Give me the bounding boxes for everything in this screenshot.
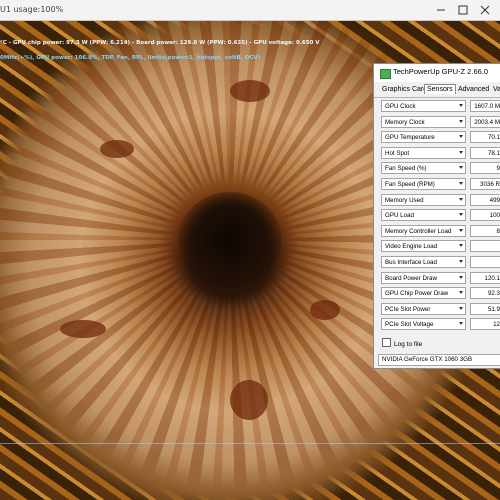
sensor-label[interactable]: Memory Controller Load <box>381 224 466 237</box>
sensor-label[interactable]: GPU Load <box>381 209 466 222</box>
gpu-select-dropdown[interactable]: NVIDIA GeForce GTX 1060 3GB <box>378 354 500 366</box>
dropdown-arrow-icon[interactable] <box>459 291 463 295</box>
iris-spot <box>100 140 134 158</box>
sensor-row: PCIe Slot Voltage 12 <box>379 317 500 333</box>
close-button[interactable] <box>474 3 496 17</box>
sensor-label[interactable]: Memory Used <box>381 193 466 206</box>
gpuz-title: TechPowerUp GPU-Z 2.66.0 <box>393 67 489 76</box>
sensor-value: 9 <box>470 162 500 175</box>
pupil <box>178 192 282 288</box>
dropdown-arrow-icon[interactable] <box>459 197 463 201</box>
gpuz-window[interactable]: TechPowerUp GPU-Z 2.66.0 Graphics Card S… <box>373 63 500 369</box>
progress-line <box>0 443 500 444</box>
sensor-value: 51.9 <box>470 302 500 315</box>
sensor-row: GPU Chip Power Draw 92.3 <box>379 286 500 302</box>
minimize-button[interactable] <box>430 3 452 17</box>
dropdown-arrow-icon[interactable] <box>459 259 463 263</box>
sensor-label[interactable]: PCIe Slot Voltage <box>381 318 466 331</box>
tab-validation[interactable]: Vali <box>491 85 500 94</box>
sensor-value: 70.1 <box>470 131 500 144</box>
tab-graphics-card[interactable]: Graphics Card <box>380 85 429 94</box>
tab-divider <box>374 97 500 98</box>
sensor-value: 78.1 <box>470 146 500 159</box>
sensor-label[interactable]: Bus Interface Load <box>381 255 466 268</box>
dropdown-arrow-icon[interactable] <box>459 306 463 310</box>
sensor-value: 120.1 <box>470 271 500 284</box>
sensor-label[interactable]: Fan Speed (RPM) <box>381 177 466 190</box>
iris-spot <box>230 380 268 420</box>
sensor-row: Hot Spot 78.1 <box>379 146 500 162</box>
log-to-file-label: Log to file <box>394 341 423 348</box>
window-title: U1 usage:100% <box>0 5 64 14</box>
osd-line-2: 0MHz(+%), GPU power: 106.8%, TDP, Fan, R… <box>0 55 261 61</box>
maximize-icon <box>458 5 468 15</box>
sensor-label[interactable]: Video Engine Load <box>381 240 466 253</box>
iris-spot <box>310 300 340 320</box>
sensor-value: 2003.4 M <box>470 115 500 128</box>
tab-advanced[interactable]: Advanced <box>456 85 491 94</box>
sensor-label[interactable]: Fan Speed (%) <box>381 162 466 175</box>
sensor-row: GPU Clock 1607.0 M <box>379 99 500 115</box>
dropdown-arrow-icon[interactable] <box>459 150 463 154</box>
osd-line-1: °C - GPU chip power: 97.3 W (PPW: 6.214)… <box>0 40 320 46</box>
sensor-row: GPU Temperature 70.1 <box>379 130 500 146</box>
minimize-icon <box>437 9 445 11</box>
gpuz-app-icon <box>380 69 391 79</box>
sensor-label[interactable]: GPU Temperature <box>381 131 466 144</box>
dropdown-arrow-icon[interactable] <box>459 135 463 139</box>
sensor-row: PCIe Slot Power 51.9 <box>379 302 500 318</box>
dropdown-arrow-icon[interactable] <box>459 119 463 123</box>
sensor-row: Memory Clock 2003.4 M <box>379 115 500 131</box>
sensor-value: 8 <box>470 224 500 237</box>
sensor-row: GPU Load 100 <box>379 208 500 224</box>
tab-sensors[interactable]: Sensors <box>424 84 456 94</box>
sensor-value <box>470 255 500 268</box>
gpuz-title-bar[interactable]: TechPowerUp GPU-Z 2.66.0 <box>374 64 500 82</box>
sensor-label[interactable]: GPU Clock <box>381 100 466 112</box>
dropdown-arrow-icon[interactable] <box>459 166 463 170</box>
iris-spot <box>60 320 106 338</box>
iris-spot <box>230 80 270 102</box>
dropdown-arrow-icon[interactable] <box>459 228 463 232</box>
log-to-file-checkbox[interactable] <box>382 338 391 347</box>
dropdown-arrow-icon[interactable] <box>459 213 463 217</box>
sensor-label[interactable]: Memory Clock <box>381 115 466 128</box>
log-to-file-row[interactable]: Log to file <box>382 338 422 348</box>
sensor-list: GPU Clock 1607.0 M Memory Clock 2003.4 M G… <box>379 99 500 333</box>
sensor-value: 92.3 <box>470 287 500 300</box>
sensor-row: Fan Speed (%) 9 <box>379 161 500 177</box>
sensor-label[interactable]: Board Power Draw <box>381 271 466 284</box>
sensor-row: Fan Speed (RPM) 3036 R <box>379 177 500 193</box>
dropdown-arrow-icon[interactable] <box>459 275 463 279</box>
sensor-row: Memory Controller Load 8 <box>379 224 500 240</box>
sensor-value <box>470 240 500 253</box>
dropdown-arrow-icon[interactable] <box>459 181 463 185</box>
sensor-label[interactable]: PCIe Slot Power <box>381 302 466 315</box>
sensor-row: Memory Used 499 <box>379 193 500 209</box>
sensor-row: Video Engine Load <box>379 239 500 255</box>
sensor-label[interactable]: Hot Spot <box>381 146 466 159</box>
window-title-bar: U1 usage:100% <box>0 0 500 21</box>
dropdown-arrow-icon[interactable] <box>459 322 463 326</box>
sensor-row: Bus Interface Load <box>379 255 500 271</box>
dropdown-arrow-icon[interactable] <box>459 104 463 107</box>
gpuz-tabs: Graphics Card Sensors Advanced Vali <box>374 84 500 98</box>
sensor-value: 1607.0 M <box>470 100 500 112</box>
sensor-value: 499 <box>470 193 500 206</box>
sensor-label[interactable]: GPU Chip Power Draw <box>381 287 466 300</box>
maximize-button[interactable] <box>452 3 474 17</box>
sensor-value: 12 <box>470 318 500 331</box>
sensor-row: Board Power Draw 120.1 <box>379 271 500 287</box>
close-icon <box>480 5 490 15</box>
sensor-value: 100 <box>470 209 500 222</box>
dropdown-arrow-icon[interactable] <box>459 244 463 248</box>
sensor-value: 3036 R <box>470 177 500 190</box>
